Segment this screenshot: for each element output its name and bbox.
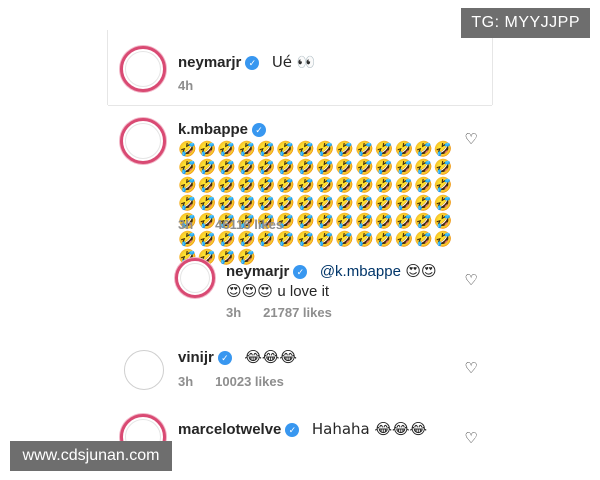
heart-icon[interactable]: ♡ [464,273,478,288]
mention-link[interactable]: @k.mbappe [320,263,401,280]
comment-body: 😍😍😍 u love it [226,282,329,301]
verified-badge-icon: ✓ [217,351,232,365]
comment-meta: 3h 10023 likes [178,374,306,389]
comment-meta: 3h 21787 likes [226,305,354,320]
timestamp: 3h [178,374,194,389]
divider [108,105,492,106]
heart-icon[interactable]: ♡ [464,132,478,147]
username[interactable]: marcelotwelve [178,421,281,438]
avatar[interactable] [120,118,166,164]
verified-badge-icon: ✓ [293,265,308,279]
verified-badge-icon: ✓ [245,56,260,70]
comment-header: marcelotwelve ✓ Hahaha 😂😂😂 [178,420,427,439]
likes-count[interactable]: 46116 likes [215,217,283,232]
username[interactable]: neymarjr [178,54,241,71]
comment-text: Hahaha 😂😂😂 [311,420,428,438]
timestamp: 3h [178,217,194,232]
likes-count[interactable]: 10023 likes [215,374,284,389]
comment-text: u love it [277,283,330,300]
thread-divider [107,30,108,105]
timestamp: 4h [178,78,194,93]
comment-header: neymarjr ✓ @k.mbappe 😍😍 [226,262,437,281]
heart-icon[interactable]: ♡ [464,431,478,446]
channel-badge: TG: MYYJJPP [461,8,590,38]
avatar[interactable] [124,350,164,390]
heart-icon[interactable]: ♡ [464,361,478,376]
username[interactable]: k.mbappe [178,121,248,138]
comment-emoji: 😍😍 [405,262,437,280]
avatar[interactable] [120,46,166,92]
comment-meta: 3h 46116 likes [178,217,305,232]
thread-divider [492,30,493,105]
comment-emoji: 😍😍😍 [226,282,273,300]
comment-meta: 4h [178,78,215,93]
avatar[interactable] [175,258,215,298]
comment-text: Ué 👀 [271,53,316,71]
likes-count[interactable]: 21787 likes [263,305,332,320]
comment-text: 🤣🤣🤣🤣🤣🤣🤣🤣🤣🤣🤣🤣🤣🤣🤣🤣🤣🤣🤣🤣🤣🤣🤣🤣🤣🤣🤣🤣🤣🤣🤣🤣🤣🤣🤣🤣🤣🤣🤣🤣… [178,140,454,266]
comment-header: vinijr ✓ 😂😂😂 [178,348,297,367]
watermark: www.cdsjunan.com [10,441,172,471]
username[interactable]: neymarjr [226,263,289,280]
verified-badge-icon: ✓ [252,123,267,137]
comment-text: 😂😂😂 [244,348,297,366]
comment-header: neymarjr ✓ Ué 👀 [178,53,315,72]
username[interactable]: vinijr [178,349,214,366]
comment-header: k.mbappe ✓ [178,121,267,139]
timestamp: 3h [226,305,242,320]
verified-badge-icon: ✓ [285,423,300,437]
